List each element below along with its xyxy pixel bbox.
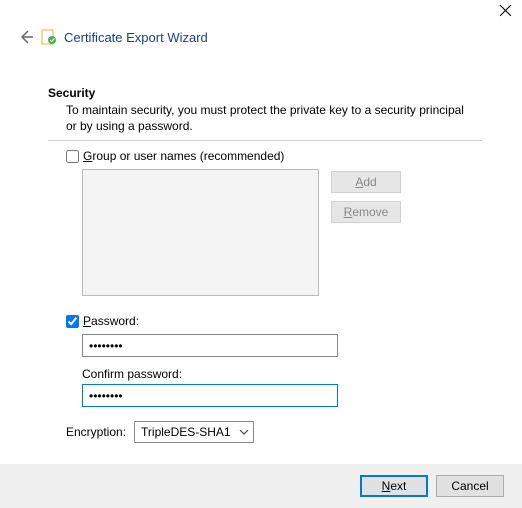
- group-users-checkbox[interactable]: [66, 150, 79, 163]
- encryption-label: Encryption:: [66, 425, 126, 439]
- group-users-listbox[interactable]: [82, 169, 319, 296]
- group-users-label: Group or user names (recommended): [83, 149, 284, 163]
- password-checkbox[interactable]: [66, 315, 79, 328]
- confirm-password-label: Confirm password:: [82, 367, 482, 381]
- section-description: To maintain security, you must protect t…: [48, 102, 482, 134]
- chevron-down-icon: [239, 427, 249, 437]
- certificate-icon: [40, 28, 58, 46]
- back-button[interactable]: [14, 29, 38, 45]
- confirm-password-input[interactable]: [82, 384, 338, 407]
- password-input[interactable]: [82, 334, 338, 357]
- add-button: Add: [331, 171, 401, 193]
- back-arrow-icon: [18, 29, 34, 45]
- close-button[interactable]: [499, 4, 512, 17]
- next-button[interactable]: Next: [360, 475, 428, 497]
- remove-button: Remove: [331, 201, 401, 223]
- wizard-header: Certificate Export Wizard: [0, 0, 522, 46]
- wizard-title: Certificate Export Wizard: [64, 30, 208, 45]
- close-icon: [499, 4, 512, 17]
- password-label: Password:: [83, 314, 139, 328]
- divider: [48, 140, 482, 141]
- section-heading: Security: [48, 86, 482, 100]
- wizard-footer: Next Cancel: [0, 464, 522, 508]
- encryption-selected-value: TripleDES-SHA1: [141, 425, 231, 439]
- encryption-dropdown[interactable]: TripleDES-SHA1: [134, 421, 254, 443]
- cancel-button[interactable]: Cancel: [436, 475, 504, 497]
